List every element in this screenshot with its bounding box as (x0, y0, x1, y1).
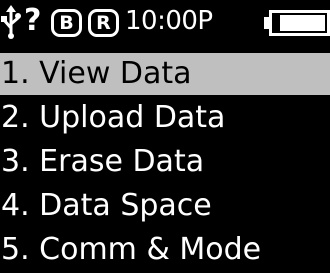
menu-item-upload-data[interactable]: 2. Upload Data (0, 97, 330, 139)
menu-item-view-data[interactable]: 1. View Data (0, 53, 330, 95)
menu-item-erase-data[interactable]: 3. Erase Data (0, 141, 330, 183)
clock-time: 10:00P (125, 6, 213, 36)
main-menu: 1. View Data 2. Upload Data 3. Erase Dat… (0, 53, 330, 273)
b-badge: B (51, 9, 82, 37)
menu-item-comm-mode[interactable]: 5. Comm & Mode (0, 229, 330, 271)
question-mark-icon: ? (24, 3, 42, 38)
r-badge: R (88, 9, 119, 37)
battery-icon (264, 10, 330, 36)
battery-level-fill (280, 15, 325, 31)
status-bar: ? B R 10:00P (0, 0, 330, 44)
usb-icon (1, 5, 21, 39)
menu-item-data-space[interactable]: 4. Data Space (0, 185, 330, 227)
